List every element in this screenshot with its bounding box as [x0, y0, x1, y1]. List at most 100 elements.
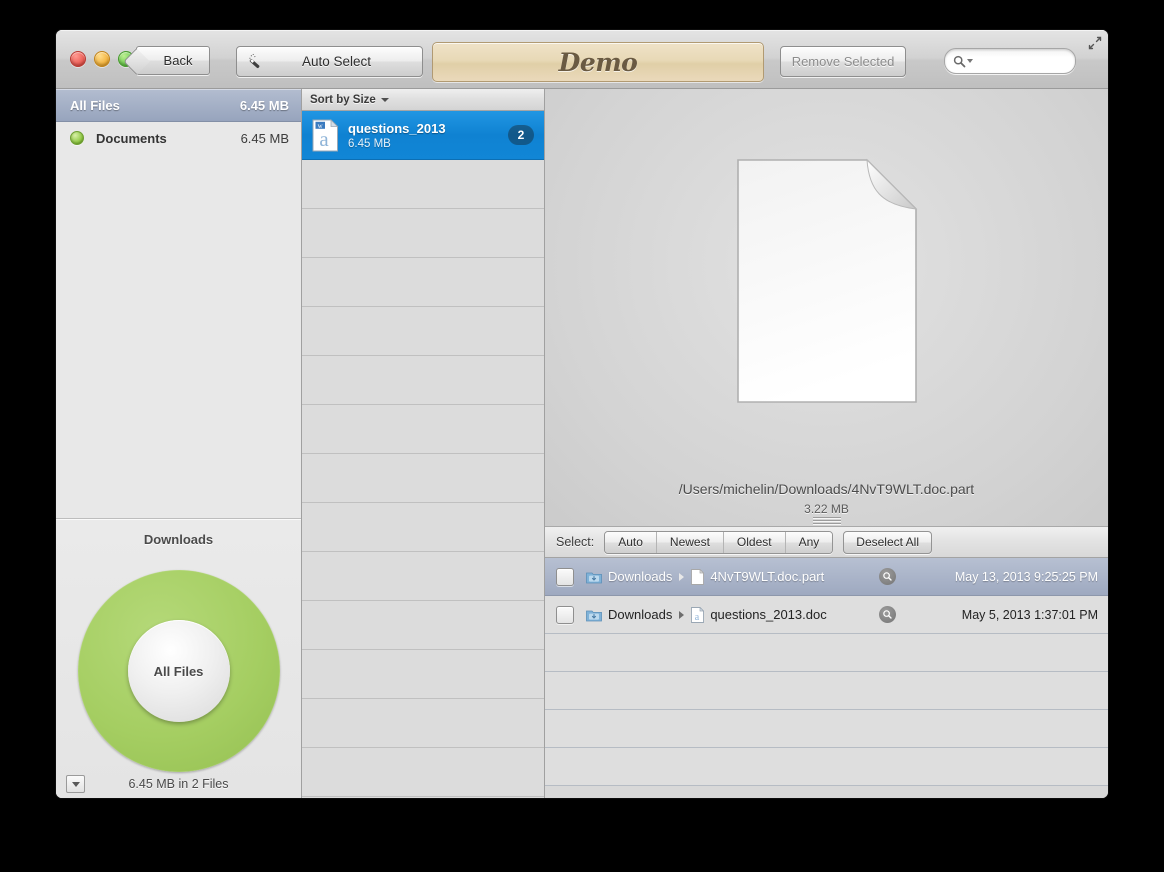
duplicate-count-badge: 2 — [508, 125, 534, 145]
donut-center-label[interactable]: All Files — [127, 620, 230, 722]
preview-file-size: 3.22 MB — [804, 502, 849, 516]
chevron-right-icon — [679, 572, 685, 581]
file-list-empty-row — [302, 503, 544, 552]
sidebar-item-all-files[interactable]: All Files 6.45 MB — [56, 89, 301, 122]
preview-file-path: /Users/michelin/Downloads/4NvT9WLT.doc.p… — [678, 481, 975, 497]
svg-text:a: a — [695, 612, 700, 623]
file-list-item[interactable]: w a questions_2013 6.45 MB 2 — [302, 111, 544, 160]
sidebar-empty-area — [56, 154, 301, 518]
row-date: May 13, 2013 9:25:25 PM — [954, 569, 1098, 584]
close-window-button[interactable] — [70, 51, 86, 67]
select-mode-segmented-control[interactable]: Auto Newest Oldest Any — [604, 530, 834, 554]
auto-select-label: Auto Select — [301, 54, 372, 69]
file-list-empty-row — [302, 160, 544, 209]
chart-footer-label: 6.45 MB in 2 Files — [128, 777, 229, 791]
sidebar-all-files-size: 6.45 MB — [239, 97, 289, 113]
chevron-down-icon — [380, 97, 389, 102]
application-window: Back Auto Select Demo Remove Selected Al… — [56, 30, 1108, 798]
word-document-icon: w a — [312, 118, 339, 151]
select-label: Select: — [556, 535, 595, 549]
file-meta: questions_2013 6.45 MB — [348, 121, 508, 150]
search-scope-chevron-icon[interactable] — [967, 59, 973, 63]
select-oldest-button[interactable]: Oldest — [723, 531, 786, 553]
sidebar-item-documents[interactable]: Documents 6.45 MB — [56, 122, 301, 154]
file-list-empty-row — [302, 552, 544, 601]
file-size: 6.45 MB — [348, 137, 391, 150]
chevron-right-icon — [679, 610, 685, 619]
sidebar-documents-label: Documents — [96, 130, 167, 146]
duplicate-file-list: Downloads 4NvT9WLT.doc.part May 13, 2013… — [545, 558, 1108, 798]
select-any-button[interactable]: Any — [785, 531, 833, 553]
chevron-down-icon — [71, 781, 80, 787]
window-toolbar: Back Auto Select Demo Remove Selected — [56, 30, 1108, 89]
duplicate-row[interactable]: Downloads a questions_2013.doc May 5, 20… — [545, 596, 1108, 634]
file-list-column: Sort by Size w a questions_2013 6.45 MB — [302, 89, 545, 798]
file-list-empty-row — [302, 209, 544, 258]
sort-by-label: Sort by Size — [310, 93, 376, 106]
window-body: All Files 6.45 MB Documents 6.45 MB Down… — [56, 89, 1108, 798]
back-button[interactable]: Back — [123, 46, 210, 75]
search-field[interactable] — [944, 48, 1076, 74]
blank-document-icon — [736, 158, 917, 403]
row-file-name: 4NvT9WLT.doc.part — [710, 569, 825, 584]
demo-banner: Demo — [432, 42, 764, 82]
file-list-empty-row — [302, 454, 544, 503]
deselect-all-button[interactable]: Deselect All — [843, 530, 932, 554]
downloads-folder-icon — [586, 572, 602, 583]
sort-by-control[interactable]: Sort by Size — [302, 89, 544, 111]
minimize-window-button[interactable] — [94, 51, 110, 67]
demo-banner-label: Demo — [558, 47, 638, 77]
reveal-in-finder-button[interactable] — [879, 568, 896, 585]
file-list-empty-row — [302, 258, 544, 307]
remove-selected-label: Remove Selected — [791, 54, 895, 69]
row-date: May 5, 2013 1:37:01 PM — [961, 607, 1098, 622]
detail-pane: /Users/michelin/Downloads/4NvT9WLT.doc.p… — [545, 89, 1108, 798]
duplicate-empty-row — [545, 710, 1108, 748]
auto-select-button[interactable]: Auto Select — [236, 46, 423, 77]
magnifier-icon — [883, 610, 892, 619]
word-file-icon: a — [691, 606, 705, 623]
fullscreen-icon[interactable] — [1088, 36, 1102, 50]
chart-options-button[interactable] — [66, 775, 85, 793]
duplicate-empty-row — [545, 672, 1108, 710]
remove-selected-button[interactable]: Remove Selected — [780, 46, 906, 77]
file-preview: /Users/michelin/Downloads/4NvT9WLT.doc.p… — [545, 89, 1108, 527]
search-input[interactable] — [977, 53, 1075, 69]
magnifier-icon — [883, 572, 892, 581]
sidebar: All Files 6.45 MB Documents 6.45 MB Down… — [56, 89, 302, 798]
status-dot-icon — [70, 131, 84, 145]
search-icon — [953, 55, 966, 67]
file-name: questions_2013 — [348, 120, 446, 136]
select-auto-button[interactable]: Auto — [605, 531, 657, 553]
storage-donut-chart[interactable]: All Files — [77, 570, 280, 772]
file-icon — [691, 568, 705, 585]
reveal-in-finder-button[interactable] — [879, 606, 896, 623]
file-rows: w a questions_2013 6.45 MB 2 — [302, 111, 544, 798]
downloads-folder-icon — [586, 610, 602, 621]
file-list-empty-row — [302, 650, 544, 699]
duplicate-empty-row — [545, 634, 1108, 672]
storage-chart-panel: Downloads All Files 6.45 MB in 2 Files — [56, 518, 301, 798]
row-checkbox[interactable] — [556, 567, 574, 586]
selection-toolbar: Select: Auto Newest Oldest Any Deselect … — [545, 527, 1108, 558]
sidebar-documents-size: 6.45 MB — [240, 130, 289, 146]
svg-text:a: a — [319, 127, 329, 151]
file-list-empty-row — [302, 405, 544, 454]
file-list-empty-row — [302, 601, 544, 650]
row-checkbox[interactable] — [556, 605, 574, 624]
row-folder-name: Downloads — [608, 569, 673, 584]
row-folder-name: Downloads — [608, 607, 673, 622]
select-newest-button[interactable]: Newest — [656, 531, 724, 553]
duplicate-row[interactable]: Downloads 4NvT9WLT.doc.part May 13, 2013… — [545, 558, 1108, 596]
file-list-empty-row — [302, 699, 544, 748]
chart-title: Downloads — [143, 532, 214, 547]
sidebar-all-files-label: All Files — [70, 97, 120, 113]
back-button-label: Back — [163, 53, 193, 68]
file-list-empty-row — [302, 356, 544, 405]
split-resize-grip[interactable] — [812, 517, 841, 524]
magic-wand-icon — [249, 53, 260, 69]
duplicate-empty-row — [545, 748, 1108, 786]
file-list-empty-row — [302, 307, 544, 356]
file-list-empty-row — [302, 748, 544, 797]
row-file-name: questions_2013.doc — [710, 607, 827, 622]
